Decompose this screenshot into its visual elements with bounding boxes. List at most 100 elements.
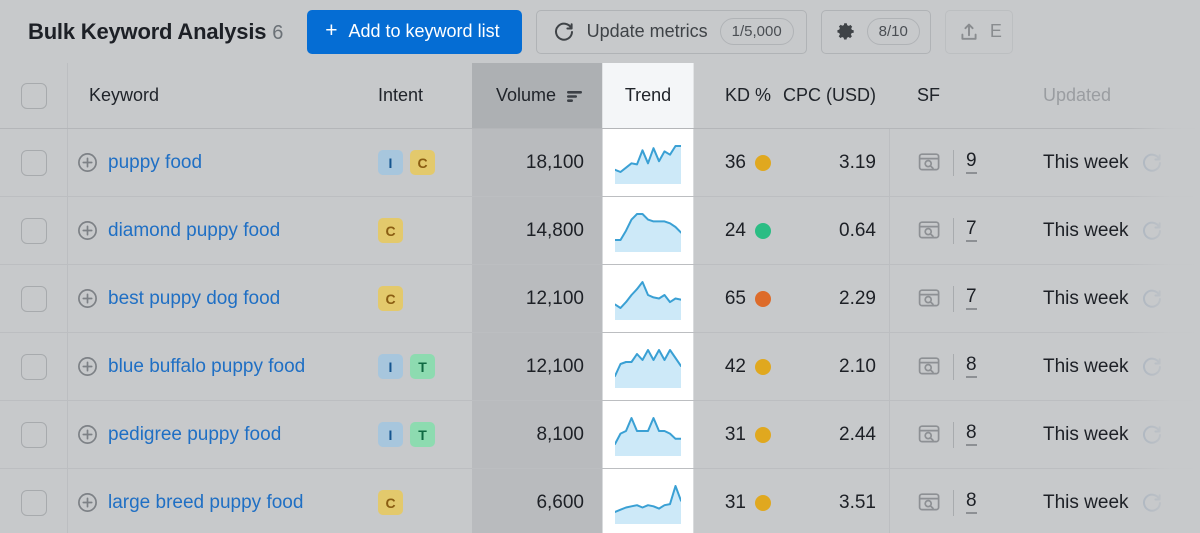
- volume-cell: 12,100: [472, 333, 602, 400]
- add-keyword-icon[interactable]: [77, 152, 98, 173]
- serp-features-icon[interactable]: [918, 220, 941, 241]
- serp-features-icon[interactable]: [918, 492, 941, 513]
- upload-icon: [958, 21, 980, 43]
- trend-cell[interactable]: [602, 197, 694, 264]
- serp-features-icon[interactable]: [918, 152, 941, 173]
- row-select-cell: [0, 469, 68, 533]
- refresh-icon[interactable]: [1141, 288, 1163, 310]
- intent-badge-C[interactable]: C: [378, 490, 403, 515]
- kd-difficulty-dot: [755, 222, 771, 239]
- kd-difficulty-dot: [755, 290, 771, 307]
- volume-cell: 6,600: [472, 469, 602, 533]
- serp-features-icon[interactable]: [918, 288, 941, 309]
- keyword-link[interactable]: diamond puppy food: [108, 220, 280, 242]
- row-select-cell: [0, 333, 68, 400]
- trend-cell[interactable]: [602, 265, 694, 332]
- kd-cell: 31: [694, 469, 779, 533]
- intent-badge-I[interactable]: I: [378, 354, 403, 379]
- sf-value[interactable]: 7: [966, 219, 977, 242]
- keyword-link[interactable]: puppy food: [108, 152, 202, 174]
- table-row[interactable]: pedigree puppy food IT 8,100 31 2.44 8 T…: [0, 401, 1200, 469]
- column-header-updated-label: Updated: [1043, 85, 1112, 105]
- intent-cell: C: [378, 469, 472, 533]
- trend-cell[interactable]: [602, 333, 694, 400]
- volume-value: 12,100: [525, 355, 584, 377]
- select-all-checkbox[interactable]: [20, 82, 47, 109]
- update-metrics-button[interactable]: Update metrics 1/5,000: [535, 9, 807, 54]
- sf-value[interactable]: 8: [966, 355, 977, 378]
- column-header-intent[interactable]: Intent: [378, 63, 472, 128]
- trend-cell[interactable]: [602, 401, 694, 468]
- intent-badge-I[interactable]: I: [378, 150, 403, 175]
- row-checkbox[interactable]: [20, 489, 47, 516]
- settings-button[interactable]: 8/10: [820, 9, 931, 54]
- sf-value[interactable]: 7: [966, 287, 977, 310]
- row-checkbox[interactable]: [20, 217, 47, 244]
- column-header-volume[interactable]: Volume: [472, 63, 602, 128]
- column-header-kd[interactable]: KD %: [694, 63, 779, 128]
- keyword-link[interactable]: blue buffalo puppy food: [108, 356, 305, 378]
- table-row[interactable]: large breed puppy food C 6,600 31 3.51 8…: [0, 469, 1200, 533]
- refresh-icon[interactable]: [1141, 220, 1163, 242]
- add-keyword-icon[interactable]: [77, 356, 98, 377]
- sf-value[interactable]: 9: [966, 151, 977, 174]
- table-row[interactable]: blue buffalo puppy food IT 12,100 42 2.1…: [0, 333, 1200, 401]
- add-keyword-icon[interactable]: [77, 492, 98, 513]
- cpc-cell: 2.29: [779, 265, 889, 332]
- add-keyword-icon[interactable]: [77, 288, 98, 309]
- sf-cell: 9: [889, 129, 1019, 196]
- trend-cell[interactable]: [602, 129, 694, 196]
- serp-features-icon[interactable]: [918, 356, 941, 377]
- trend-sparkline: [615, 414, 681, 456]
- sf-value[interactable]: 8: [966, 491, 977, 514]
- add-keyword-icon[interactable]: [77, 424, 98, 445]
- add-keyword-icon[interactable]: [77, 220, 98, 241]
- updated-value: This week: [1043, 151, 1129, 173]
- update-metrics-quota: 1/5,000: [719, 18, 794, 45]
- column-header-cpc[interactable]: CPC (USD): [779, 63, 889, 128]
- cpc-value: 2.10: [839, 355, 876, 377]
- table-row[interactable]: best puppy dog food C 12,100 65 2.29 7 T…: [0, 265, 1200, 333]
- intent-badge-C[interactable]: C: [378, 286, 403, 311]
- refresh-icon[interactable]: [1141, 152, 1163, 174]
- column-header-updated[interactable]: Updated: [1019, 63, 1200, 128]
- column-header-trend[interactable]: Trend: [602, 63, 694, 128]
- table-row[interactable]: puppy food IC 18,100 36 3.19 9 This week: [0, 129, 1200, 197]
- row-checkbox[interactable]: [20, 149, 47, 176]
- intent-badge-T[interactable]: T: [410, 354, 435, 379]
- updated-cell: This week: [1019, 265, 1200, 332]
- intent-badge-C[interactable]: C: [410, 150, 435, 175]
- column-header-cpc-label: CPC (USD): [783, 85, 876, 105]
- intent-badge-T[interactable]: T: [410, 422, 435, 447]
- row-checkbox[interactable]: [20, 285, 47, 312]
- add-to-keyword-list-button[interactable]: + Add to keyword list: [307, 9, 522, 54]
- keyword-link[interactable]: pedigree puppy food: [108, 424, 281, 446]
- table-row[interactable]: diamond puppy food C 14,800 24 0.64 7 Th…: [0, 197, 1200, 265]
- row-checkbox[interactable]: [20, 421, 47, 448]
- row-checkbox[interactable]: [20, 353, 47, 380]
- intent-badge-I[interactable]: I: [378, 422, 403, 447]
- refresh-icon[interactable]: [1141, 424, 1163, 446]
- sf-divider: [953, 489, 954, 516]
- cpc-cell: 2.10: [779, 333, 889, 400]
- intent-cell: C: [378, 197, 472, 264]
- kd-value: 36: [724, 151, 746, 173]
- sf-value[interactable]: 8: [966, 423, 977, 446]
- column-header-sf-label: SF: [917, 85, 941, 105]
- trend-sparkline: [615, 278, 681, 320]
- intent-badge-C[interactable]: C: [378, 218, 403, 243]
- intent-cell: IT: [378, 401, 472, 468]
- keyword-cell: diamond puppy food: [68, 197, 378, 264]
- refresh-icon[interactable]: [1141, 492, 1163, 514]
- export-button[interactable]: E: [944, 9, 1013, 54]
- trend-sparkline: [615, 346, 681, 388]
- keyword-link[interactable]: large breed puppy food: [108, 492, 303, 514]
- column-header-sf[interactable]: SF: [889, 63, 1019, 128]
- updated-cell: This week: [1019, 469, 1200, 533]
- trend-cell[interactable]: [602, 469, 694, 533]
- gear-icon: [834, 20, 857, 43]
- keyword-link[interactable]: best puppy dog food: [108, 288, 280, 310]
- column-header-keyword[interactable]: Keyword: [68, 63, 378, 128]
- refresh-icon[interactable]: [1141, 356, 1163, 378]
- serp-features-icon[interactable]: [918, 424, 941, 445]
